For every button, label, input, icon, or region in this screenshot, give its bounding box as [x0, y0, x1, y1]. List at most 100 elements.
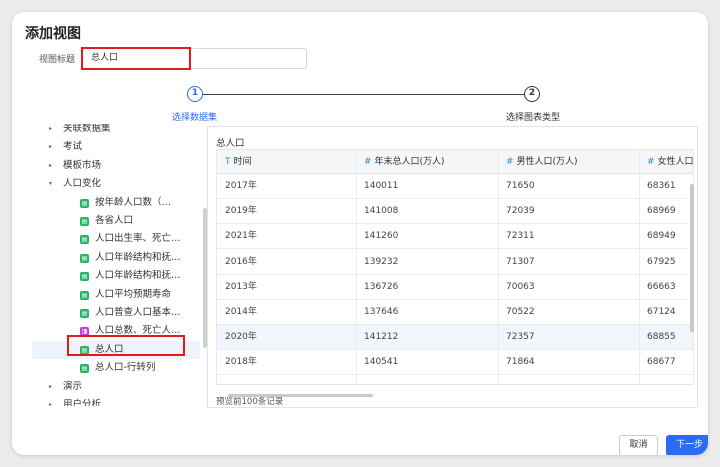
- dialog-title: 添加视图: [25, 26, 81, 42]
- tree-folder-label: 模板市场: [63, 159, 102, 171]
- table-cell: 72357: [506, 332, 535, 343]
- tree-dataset-label: 各省人口: [95, 215, 134, 226]
- table-cell: 141260: [364, 231, 399, 242]
- table-cell: 71307: [506, 256, 535, 267]
- table-cell: 137646: [364, 307, 399, 317]
- table-cell: 68949: [647, 231, 676, 242]
- table-cell: 139232: [364, 256, 399, 267]
- dataset-icon: ▤: [80, 290, 89, 300]
- tree-folder-label: 人口变化: [63, 178, 102, 190]
- tree-folder-label: 考试: [63, 141, 83, 153]
- table-cell: 140541: [364, 357, 399, 368]
- cancel-button[interactable]: 取消: [619, 435, 658, 455]
- column-header[interactable]: # 年末总人口(万人): [356, 150, 445, 174]
- preview-panel: 总人口 T 时间 # 年末总人口(万人) # 男性人口(万人) # 女性人口( 2017年 14…: [207, 126, 698, 408]
- table-cell: 71864: [506, 357, 535, 368]
- table-cell: 2021年: [225, 231, 257, 242]
- tree-dataset-label: 总人口-行转列: [95, 362, 156, 374]
- dataset-tree: ▸ 关联数据集 ▸ 考试 ▸ 模板市场 ▾ 人口变化 ▤ 按年龄人口数（… ▤ 各省人口 ▤ 人口出生率、…: [32, 124, 200, 406]
- table-cell: 70522: [506, 307, 535, 317]
- highlight-box-tree: [67, 335, 185, 356]
- tree-dataset-label: 人口出生率、死亡…: [95, 233, 181, 245]
- tree-folder[interactable]: ▾ 人口变化: [32, 175, 200, 193]
- table-row: 2017年 140011 71650 68361: [217, 174, 693, 199]
- table-cell: 2014年: [225, 307, 257, 317]
- tree-dataset-label: 人口年龄结构和抚…: [95, 251, 181, 263]
- table-cell: 68855: [647, 332, 676, 343]
- dataset-icon: ▤: [80, 198, 89, 208]
- preview-table: T 时间 # 年末总人口(万人) # 男性人口(万人) # 女性人口( 2017年 140011…: [216, 149, 694, 385]
- table-vertical-scrollbar[interactable]: [690, 184, 694, 332]
- step-2-label: 选择图表类型: [506, 113, 561, 123]
- chevron-right-icon[interactable]: ▸: [49, 378, 52, 396]
- next-button[interactable]: 下一步: [666, 435, 708, 455]
- table-header: T 时间 # 年末总人口(万人) # 男性人口(万人) # 女性人口(: [217, 150, 694, 174]
- highlight-box-title: [81, 47, 191, 70]
- tree-folder-label: 演示: [63, 380, 83, 392]
- tree-dataset[interactable]: ▤ 总人口-行转列: [32, 359, 200, 377]
- table-cell: 2018年: [225, 357, 257, 368]
- table-cell: 68969: [647, 206, 676, 217]
- column-header[interactable]: # 男性人口(万人): [498, 150, 578, 174]
- column-header[interactable]: T 时间: [217, 150, 252, 174]
- table-row: 2013年 136726 70063 66663: [217, 275, 693, 300]
- chevron-right-icon[interactable]: ▸: [49, 138, 52, 156]
- column-header[interactable]: # 女性人口(: [639, 150, 694, 174]
- column-header-label: 时间: [233, 157, 252, 167]
- table-cell: 2020年: [225, 332, 257, 343]
- table-cell: 67124: [647, 307, 676, 317]
- tree-folder[interactable]: ▸ 考试: [32, 138, 200, 156]
- tree-dataset-label: 按年龄人口数（…: [95, 196, 172, 208]
- tree-dataset[interactable]: ▤ 人口年龄结构和抚…: [32, 267, 200, 285]
- tree-folder[interactable]: ▸ 用户分析: [32, 396, 200, 406]
- tree-dataset[interactable]: ▤ 人口出生率、死亡…: [32, 230, 200, 248]
- column-divider: [356, 150, 357, 384]
- table-cell: 68361: [647, 181, 676, 191]
- number-type-icon: #: [364, 157, 372, 167]
- tree-dataset[interactable]: ▤ 各省人口: [32, 212, 200, 230]
- table-cell: 70063: [506, 281, 535, 292]
- tree-folder[interactable]: ▸ 演示: [32, 378, 200, 396]
- dataset-icon: ▤: [80, 309, 89, 318]
- table-cell: 67925: [647, 256, 676, 267]
- table-cell: 71650: [506, 181, 535, 191]
- preview-title: 总人口: [216, 138, 245, 149]
- step-2-circle: 2: [524, 86, 540, 102]
- dataset-icon: ▤: [80, 272, 89, 282]
- chevron-right-icon[interactable]: ▸: [49, 396, 52, 406]
- table-cell: 72039: [506, 206, 535, 217]
- tree-dataset[interactable]: ▤ 按年龄人口数（…: [32, 194, 200, 212]
- text-type-icon: T: [225, 157, 231, 167]
- table-cell: 66663: [647, 281, 676, 292]
- chevron-down-icon[interactable]: ▾: [49, 175, 52, 193]
- table-cell: 136726: [364, 281, 399, 292]
- step-1-circle: 1: [187, 86, 203, 102]
- table-row: 2019年 141008 72039 68969: [217, 199, 693, 225]
- tree-folder-label: 关联数据集: [63, 124, 111, 134]
- column-divider: [639, 150, 640, 384]
- number-type-icon: #: [647, 157, 655, 167]
- tree-dataset-label: 人口年龄结构和抚…: [95, 270, 181, 282]
- table-row: 2018年 140541 71864 68677: [217, 350, 693, 376]
- step-connector: [203, 94, 524, 95]
- tree-dataset[interactable]: ▤ 人口年龄结构和抚…: [32, 249, 200, 267]
- dataset-icon: ▤: [80, 253, 89, 263]
- table-cell: 68677: [647, 357, 676, 368]
- table-cell: 2013年: [225, 281, 257, 292]
- chevron-right-icon[interactable]: ▸: [49, 157, 52, 175]
- chevron-right-icon[interactable]: ▸: [49, 124, 52, 138]
- table-cell: 140011: [364, 181, 399, 191]
- table-cell: 72311: [506, 231, 535, 242]
- column-header-label: 年末总人口(万人): [374, 157, 445, 167]
- tree-dataset[interactable]: ▤ 人口平均预期寿命: [32, 286, 200, 304]
- table-horizontal-scrollbar[interactable]: [228, 394, 373, 397]
- column-header-label: 男性人口(万人): [516, 157, 578, 167]
- tree-folder[interactable]: ▸ 关联数据集: [32, 124, 200, 138]
- view-title-label: 视图标题: [39, 55, 76, 65]
- table-row: 2014年 137646 70522 67124: [217, 300, 693, 325]
- dataset-icon: ▤: [80, 217, 89, 226]
- column-header-label: 女性人口(: [657, 157, 694, 167]
- tree-dataset[interactable]: ▤ 人口普查人口基本…: [32, 304, 200, 322]
- number-type-icon: #: [506, 157, 514, 167]
- tree-folder[interactable]: ▸ 模板市场: [32, 157, 200, 175]
